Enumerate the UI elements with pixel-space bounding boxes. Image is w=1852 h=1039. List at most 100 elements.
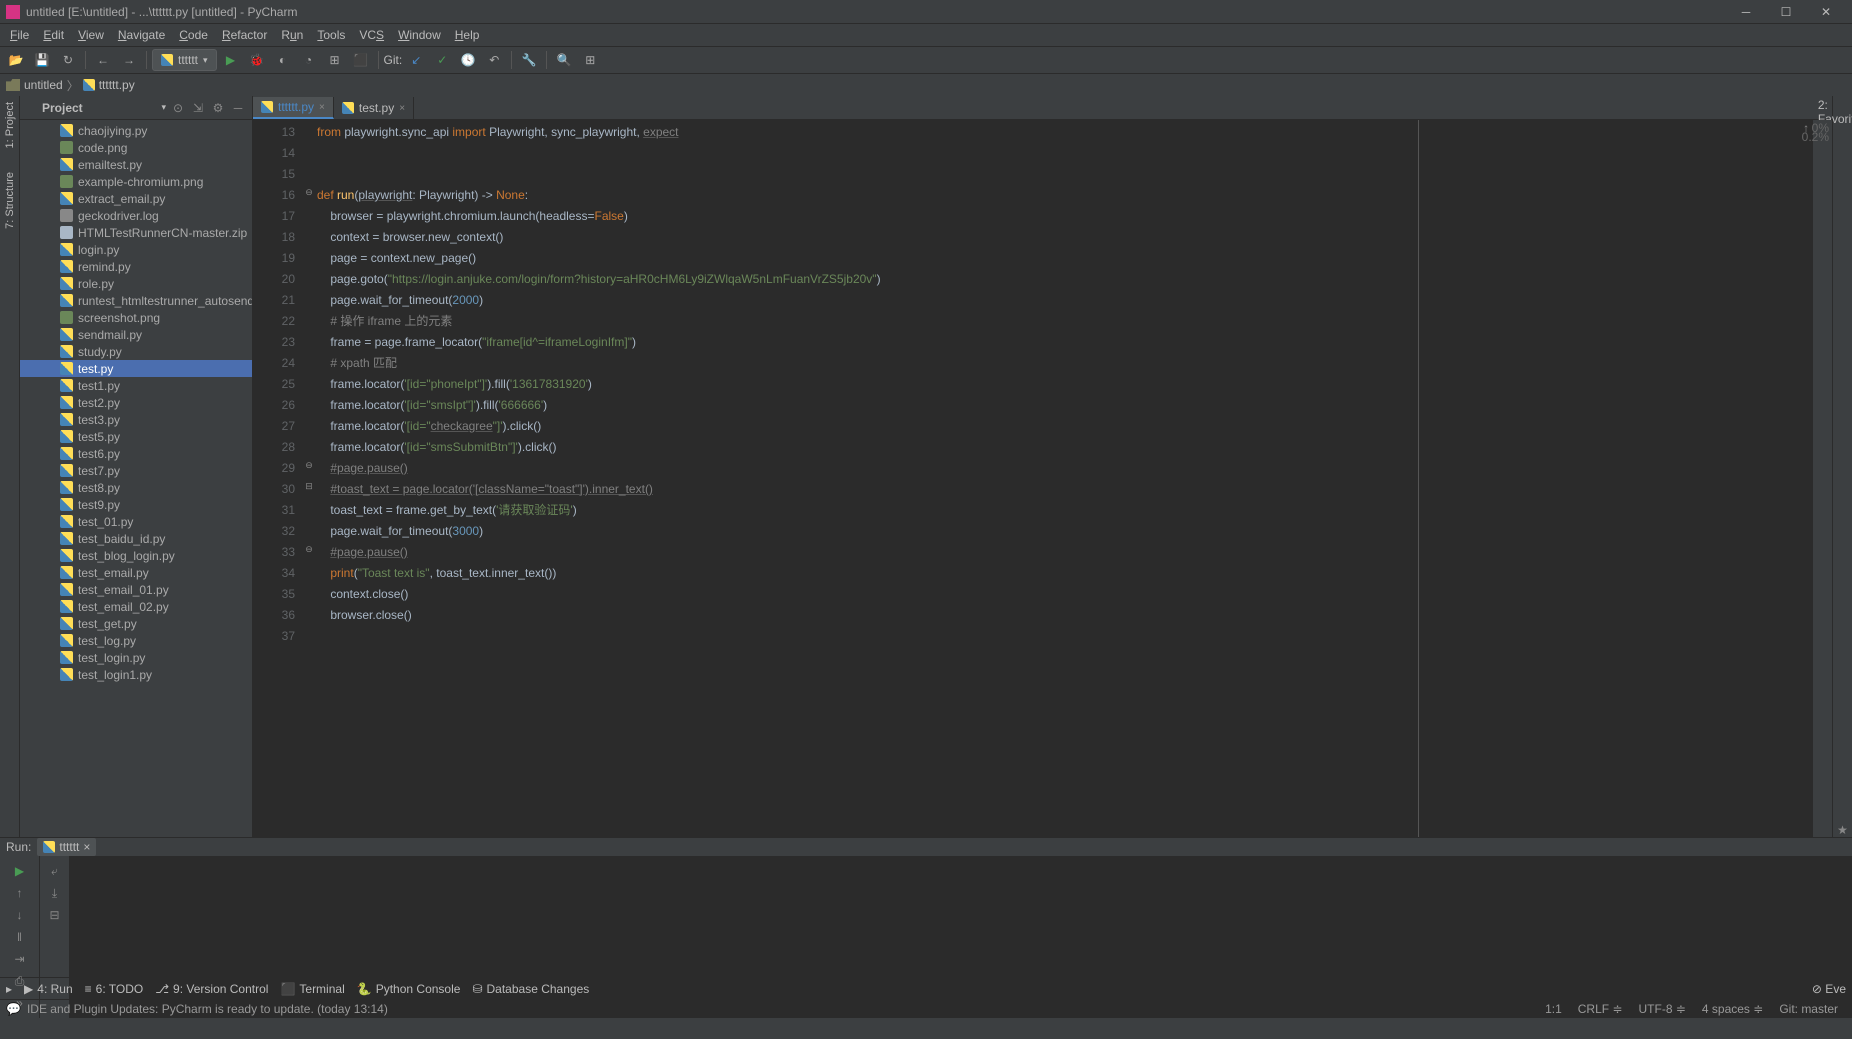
tree-item-test_email-py[interactable]: test_email.py [20,564,252,581]
locate-button[interactable]: ⊙ [170,100,186,116]
profile-button[interactable]: ◔ [297,48,321,72]
open-button[interactable]: 📂 [4,48,28,72]
fold-marker[interactable]: ⊟ [303,481,315,492]
down-button[interactable]: ↓ [0,904,39,926]
tree-item-geckodriver-log[interactable]: geckodriver.log [20,207,252,224]
scroll-button[interactable]: ⤓ [40,882,69,904]
git-history-button[interactable]: 🕓 [456,48,480,72]
notification-icon[interactable]: 💬 [6,1002,21,1016]
tree-item-test8-py[interactable]: test8.py [20,479,252,496]
source-code[interactable]: from playwright.sync_api import Playwrig… [317,120,1812,837]
editor-minimap[interactable]: ↑ 0% 0.2% [1812,120,1832,837]
save-button[interactable]: 💾 [30,48,54,72]
line-ending[interactable]: CRLF ≑ [1570,1002,1631,1016]
tree-item-test_blog_login-py[interactable]: test_blog_login.py [20,547,252,564]
expand-button[interactable]: ⇲ [190,100,206,116]
menu-window[interactable]: Window [392,26,447,44]
settings-button[interactable]: 🔧 [517,48,541,72]
tree-item-test5-py[interactable]: test5.py [20,428,252,445]
fold-gutter[interactable]: ⊖⊖⊟⊖ [303,120,317,837]
tree-item-test2-py[interactable]: test2.py [20,394,252,411]
indent[interactable]: 4 spaces ≑ [1694,1002,1771,1016]
coverage-button[interactable]: ◐ [271,48,295,72]
code-editor[interactable]: 1314151617181920212223242526272829303132… [253,120,1832,837]
maximize-button[interactable]: ☐ [1766,0,1806,24]
breadcrumb-root[interactable]: untitled [24,78,63,92]
bottom-tab-pythonconsole[interactable]: 🐍Python Console [357,982,461,996]
attach-button[interactable]: ⊞ [323,48,347,72]
tree-item-test_log-py[interactable]: test_log.py [20,632,252,649]
filter-button[interactable]: ⊟ [40,904,69,926]
structure-button[interactable]: ⊞ [578,48,602,72]
tree-item-test_login-py[interactable]: test_login.py [20,649,252,666]
debug-button[interactable]: 🐞 [245,48,269,72]
tree-item-study-py[interactable]: study.py [20,343,252,360]
events-button[interactable]: ⊘ Eve [1812,982,1846,996]
minimize-icon[interactable]: ─ [230,100,246,116]
soft-wrap-button[interactable]: ⤶ [40,860,69,882]
run-button[interactable]: ▶ [219,48,243,72]
git-update-button[interactable]: ↙ [404,48,428,72]
tree-item-test9-py[interactable]: test9.py [20,496,252,513]
tree-item-emailtest-py[interactable]: emailtest.py [20,156,252,173]
search-button[interactable]: 🔍 [552,48,576,72]
tree-item-login-py[interactable]: login.py [20,241,252,258]
run-tab[interactable]: tttttt × [37,838,96,856]
tree-item-chaojiying-py[interactable]: chaojiying.py [20,122,252,139]
close-button[interactable]: ✕ [1806,0,1846,24]
menu-refactor[interactable]: Refactor [216,26,273,44]
close-icon[interactable]: × [83,840,90,854]
tree-item-sendmail-py[interactable]: sendmail.py [20,326,252,343]
bottom-tab-terminal[interactable]: ⬛Terminal [280,982,344,996]
stop-button[interactable]: ⬛ [349,48,373,72]
tree-item-screenshot-png[interactable]: screenshot.png [20,309,252,326]
menu-tools[interactable]: Tools [311,26,351,44]
tree-item-test_get-py[interactable]: test_get.py [20,615,252,632]
tree-item-runtest_htmltestrunner_autosendemail-py[interactable]: runtest_htmltestrunner_autosendemail.py [20,292,252,309]
menu-edit[interactable]: Edit [37,26,70,44]
editor-tab-test-py[interactable]: test.py× [334,97,414,119]
bottom-tab-databasechanges[interactable]: ⛁Database Changes [472,982,589,996]
encoding[interactable]: UTF-8 ≑ [1631,1002,1694,1016]
bottom-collapse-button[interactable]: ▸ [6,982,12,996]
git-commit-button[interactable]: ✓ [430,48,454,72]
menu-view[interactable]: View [72,26,110,44]
close-icon[interactable]: × [319,102,325,113]
breadcrumb-file[interactable]: tttttt.py [99,78,135,92]
tree-item-test6-py[interactable]: test6.py [20,445,252,462]
tree-item-test_email_01-py[interactable]: test_email_01.py [20,581,252,598]
tree-item-test_email_02-py[interactable]: test_email_02.py [20,598,252,615]
tree-item-test7-py[interactable]: test7.py [20,462,252,479]
star-icon[interactable]: ★ [1837,823,1848,837]
tree-item-remind-py[interactable]: remind.py [20,258,252,275]
tree-item-HTMLTestRunnerCN-master-zip[interactable]: HTMLTestRunnerCN-master.zip [20,224,252,241]
cursor-position[interactable]: 1:1 [1537,1002,1570,1016]
wrap-button[interactable]: ⇥ [0,948,39,970]
tree-item-test_baidu_id-py[interactable]: test_baidu_id.py [20,530,252,547]
menu-help[interactable]: Help [449,26,486,44]
tree-item-extract_email-py[interactable]: extract_email.py [20,190,252,207]
forward-button[interactable]: → [117,48,141,72]
tree-item-code-png[interactable]: code.png [20,139,252,156]
git-branch[interactable]: Git: master [1771,1002,1846,1016]
tree-item-test_01-py[interactable]: test_01.py [20,513,252,530]
bottom-tab-todo[interactable]: ≡6: TODO [85,982,144,996]
settings-gear-icon[interactable]: ⚙ [210,100,226,116]
fold-marker[interactable]: ⊖ [303,460,315,471]
sync-button[interactable]: ↻ [56,48,80,72]
bottom-tab-versioncontrol[interactable]: ⎇9: Version Control [155,982,268,996]
menu-navigate[interactable]: Navigate [112,26,171,44]
rerun-button[interactable]: ▶ [0,860,39,882]
menu-file[interactable]: File [4,26,35,44]
menu-run[interactable]: Run [275,26,309,44]
git-revert-button[interactable]: ↶ [482,48,506,72]
bottom-tab-run[interactable]: ▶4: Run [24,982,73,996]
structure-tool-tab[interactable]: 7: Structure [4,168,16,233]
editor-tab-tttttt-py[interactable]: tttttt.py× [253,97,334,119]
tree-item-test_login1-py[interactable]: test_login1.py [20,666,252,683]
chevron-down-icon[interactable]: ▾ [161,102,166,113]
project-tool-tab[interactable]: 1: Project [4,98,16,152]
menu-vcs[interactable]: VCS [353,26,390,44]
minimize-button[interactable]: ─ [1726,0,1766,24]
menu-code[interactable]: Code [173,26,214,44]
